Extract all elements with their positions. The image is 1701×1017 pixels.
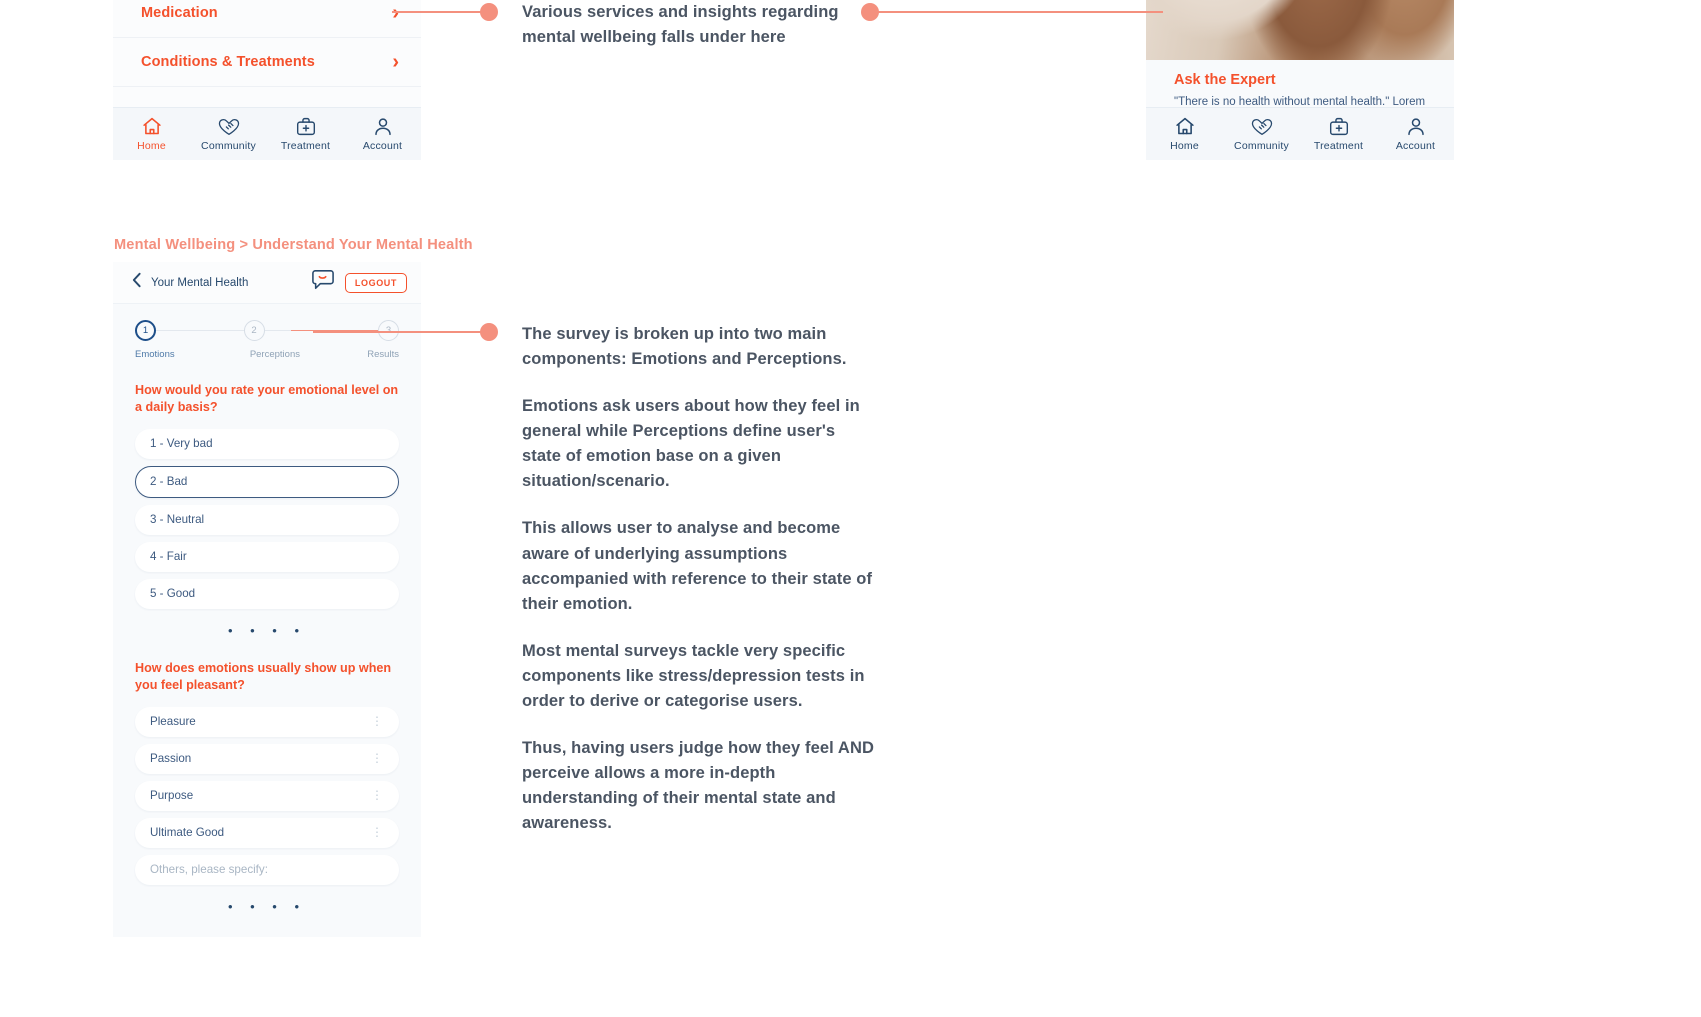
tab-label: Account (1395, 140, 1436, 152)
menu-item-medication[interactable]: Medication › (113, 0, 421, 38)
drag-handle-icon[interactable]: ⋮ (371, 826, 384, 838)
medical-bag-icon (295, 116, 317, 137)
rank-item-passion[interactable]: Passion ⋮ (135, 743, 399, 774)
question-2-block: How does emotions usually show up when y… (113, 660, 421, 914)
menu-phone-mockup: Mental Wellbeing › Medication › Conditio… (113, 0, 421, 160)
community-heart-handshake-icon (216, 116, 242, 137)
tab-home[interactable]: Home (1146, 116, 1223, 152)
other-specify-input[interactable]: Others, please specify: (135, 854, 399, 885)
rank-item-label: Purpose (150, 789, 194, 802)
design-canvas: Mental Wellbeing › Medication › Conditio… (0, 0, 1701, 1017)
bottom-tab-bar: Home Community Treatment Account (113, 107, 421, 160)
step-1-label: Emotions (135, 349, 175, 360)
annotation-dot (480, 3, 498, 21)
survey-title: Your Mental Health (151, 276, 249, 289)
section-divider-dots-2: • • • • (227, 898, 307, 914)
annotation-leader-line-right (878, 11, 1163, 13)
rank-item-label: Passion (150, 752, 192, 765)
menu-list: Mental Wellbeing › Medication › Conditio… (113, 0, 421, 87)
chevron-left-icon (131, 272, 142, 293)
tab-community[interactable]: Community (190, 116, 267, 152)
annotation-dot-right (861, 3, 879, 21)
stepper-labels: Emotions Perceptions Results (135, 349, 399, 360)
chat-smile-icon[interactable] (310, 269, 336, 296)
article-phone-mockup: Ask the Expert "There is no health witho… (1146, 0, 1454, 160)
question-1-title: How would you rate your emotional level … (135, 383, 399, 415)
tab-account[interactable]: Account (344, 116, 421, 152)
tab-label: Account (362, 140, 403, 152)
annotation-paragraph: Most mental surveys tackle very specific… (522, 641, 865, 710)
annotation-survey-text: The survey is broken up into two main co… (522, 322, 874, 836)
option-neutral[interactable]: 3 - Neutral (135, 504, 399, 535)
annotation-paragraph: Thus, having users judge how they feel A… (522, 739, 874, 833)
step-connector-1 (156, 329, 244, 332)
annotation-dot (480, 323, 498, 341)
menu-item-conditions-treatments[interactable]: Conditions & Treatments › (113, 38, 421, 87)
survey-header: Your Mental Health LOGOUT (113, 262, 421, 304)
rank-item-ultimate-good[interactable]: Ultimate Good ⋮ (135, 817, 399, 848)
back-button[interactable]: Your Mental Health (131, 272, 310, 293)
rank-item-purpose[interactable]: Purpose ⋮ (135, 780, 399, 811)
annotation-paragraph: Emotions ask users about how they feel i… (522, 397, 860, 491)
tab-label: Community (1234, 140, 1289, 152)
breadcrumb: Mental Wellbeing > Understand Your Menta… (114, 237, 473, 253)
tab-label: Community (201, 140, 256, 152)
tab-account[interactable]: Account (1377, 116, 1454, 152)
rank-item-label: Ultimate Good (150, 826, 225, 839)
home-icon (141, 116, 163, 137)
drag-handle-icon[interactable]: ⋮ (371, 752, 384, 764)
section-divider-dots: • • • • (227, 622, 307, 638)
tab-label: Treatment (280, 140, 331, 152)
step-2-label: Perceptions (249, 349, 300, 360)
option-very-bad[interactable]: 1 - Very bad (135, 428, 399, 459)
option-fair[interactable]: 4 - Fair (135, 541, 399, 572)
annotation-paragraph: The survey is broken up into two main co… (522, 325, 847, 369)
tab-label: Home (1170, 140, 1199, 152)
question-1-block: How would you rate your emotional level … (113, 382, 421, 638)
chevron-right-icon: › (392, 51, 399, 73)
drag-handle-icon[interactable]: ⋮ (371, 715, 384, 727)
article-hero-image (1146, 0, 1454, 60)
step-2-circle[interactable]: 2 (243, 320, 265, 341)
community-heart-handshake-icon (1249, 116, 1275, 137)
step-connector-2a (264, 329, 291, 332)
bottom-tab-bar: Home Community Treatment Account (1146, 107, 1454, 160)
logout-button[interactable]: LOGOUT (344, 272, 407, 293)
annotation-paragraph: This allows user to analyse and become a… (522, 519, 873, 613)
drag-handle-icon[interactable]: ⋮ (371, 789, 384, 801)
step-1-circle[interactable]: 1 (135, 320, 156, 341)
person-icon (1405, 116, 1427, 137)
option-good[interactable]: 5 - Good (135, 578, 399, 609)
tab-label: Treatment (1313, 140, 1364, 152)
rank-item-label: Pleasure (150, 715, 196, 728)
chevron-right-icon: › (392, 2, 399, 24)
tab-label: Home (137, 140, 166, 152)
annotation-menu-text: Various services and insights regarding … (522, 3, 839, 47)
tab-treatment[interactable]: Treatment (1300, 116, 1377, 152)
article-title: Ask the Expert (1174, 72, 1276, 88)
step-3-label: Results (367, 349, 399, 360)
tab-home[interactable]: Home (113, 116, 190, 152)
tab-community[interactable]: Community (1223, 116, 1300, 152)
annotation-leader-line (392, 11, 492, 13)
person-icon (372, 116, 394, 137)
question-2-title: How does emotions usually show up when y… (135, 660, 392, 693)
annotation-leader-line (313, 331, 488, 333)
tab-treatment[interactable]: Treatment (267, 116, 344, 152)
menu-item-label: Conditions & Treatments (141, 54, 315, 70)
rank-item-pleasure[interactable]: Pleasure ⋮ (135, 706, 399, 737)
medical-bag-icon (1328, 116, 1350, 137)
option-bad[interactable]: 2 - Bad (135, 465, 399, 498)
home-icon (1174, 116, 1196, 137)
menu-item-label: Medication (141, 5, 218, 21)
survey-phone-mockup: Your Mental Health LOGOUT 1 2 3 Emotions… (113, 262, 421, 937)
